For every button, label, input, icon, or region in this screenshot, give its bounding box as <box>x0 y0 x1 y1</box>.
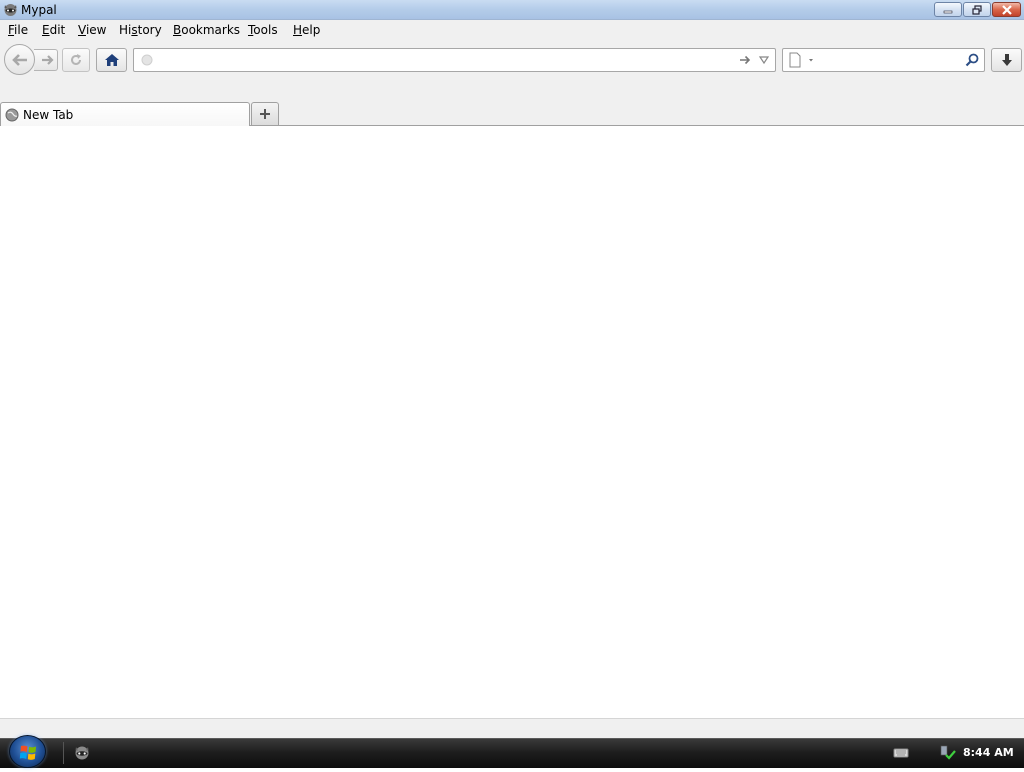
raccoon-icon[interactable] <box>73 743 91 761</box>
globe-icon <box>5 108 19 122</box>
url-input[interactable] <box>160 51 730 69</box>
forward-arrow-icon <box>41 55 54 65</box>
menu-tools[interactable]: Tools <box>247 22 279 39</box>
start-button[interactable] <box>9 735 46 768</box>
taskbar-separator <box>63 742 64 764</box>
tab-new-tab[interactable]: New Tab <box>0 102 250 126</box>
new-tab-button[interactable] <box>251 102 279 125</box>
page-icon <box>789 52 813 68</box>
status-bar <box>0 718 1024 738</box>
restore-icon <box>972 4 982 15</box>
clock[interactable]: 8:44 AM <box>963 745 1018 761</box>
window-title: Mypal <box>21 3 57 17</box>
plus-icon <box>260 109 270 119</box>
magnifier-icon[interactable] <box>964 52 980 68</box>
reload-icon <box>71 54 81 65</box>
tab-label: New Tab <box>23 108 74 122</box>
menu-view[interactable]: View <box>77 22 107 39</box>
keyboard-icon[interactable] <box>893 747 909 759</box>
menu-label: dit <box>49 23 66 37</box>
close-icon <box>1001 4 1012 15</box>
windows-logo-icon <box>19 745 36 760</box>
forward-button[interactable] <box>34 49 58 71</box>
minimize-icon <box>943 10 953 13</box>
menu-help[interactable]: Help <box>292 22 321 39</box>
search-input[interactable] <box>817 51 957 69</box>
menu-history[interactable]: History <box>118 22 163 39</box>
history-dropdown-icon[interactable] <box>757 53 771 67</box>
menu-file[interactable]: File <box>7 22 29 39</box>
go-arrow-icon[interactable] <box>738 53 752 67</box>
menu-edit[interactable]: Edit <box>41 22 66 39</box>
menu-label: iew <box>85 23 107 37</box>
menu-mnemonic: V <box>78 23 86 37</box>
menu-mnemonic: E <box>42 23 50 37</box>
back-button[interactable] <box>4 44 35 75</box>
search-bar[interactable] <box>782 48 985 72</box>
restore-button[interactable] <box>963 2 991 17</box>
taskbar <box>0 738 1024 768</box>
menu-label: elp <box>302 23 321 37</box>
url-bar[interactable] <box>133 48 776 72</box>
page-content[interactable] <box>0 126 1024 718</box>
minimize-button[interactable] <box>934 2 962 17</box>
menu-label: Hi <box>119 23 132 37</box>
reload-button[interactable] <box>62 48 90 72</box>
close-window-button[interactable] <box>992 2 1021 17</box>
back-arrow-icon <box>11 53 27 66</box>
title-bar[interactable] <box>0 0 1024 20</box>
search-engine-selector[interactable] <box>787 52 815 68</box>
menu-mnemonic: B <box>173 23 182 37</box>
downloads-button[interactable] <box>991 48 1022 72</box>
menu-bookmarks[interactable]: Bookmarks <box>172 22 241 39</box>
menu-label: tory <box>137 23 162 37</box>
menu-label: ookmarks <box>181 23 241 37</box>
home-icon <box>104 54 119 66</box>
menu-mnemonic: H <box>293 23 303 37</box>
raccoon-icon <box>3 2 18 17</box>
download-arrow-icon <box>1001 54 1012 66</box>
home-button[interactable] <box>96 48 127 72</box>
menu-label: ools <box>253 23 278 37</box>
menu-label: ile <box>14 23 29 37</box>
network-icon[interactable] <box>940 744 956 760</box>
globe-icon <box>141 54 153 66</box>
